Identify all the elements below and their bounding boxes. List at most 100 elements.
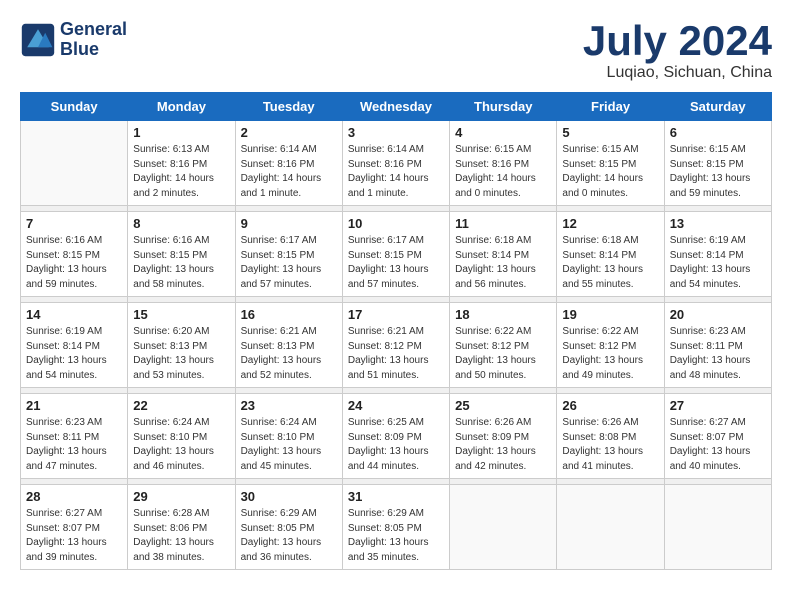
calendar-cell: 11 Sunrise: 6:18 AM Sunset: 8:14 PM Dayli… — [450, 212, 557, 297]
day-number: 30 — [241, 489, 337, 504]
calendar-cell: 2Sunrise: 6:14 AM Sunset: 8:16 PM Daylig… — [235, 121, 342, 206]
day-number: 10 — [348, 216, 444, 231]
calendar-cell: 20 Sunrise: 6:23 AM Sunset: 8:11 PM Dayli… — [664, 303, 771, 388]
weekday-header-tuesday: Tuesday — [235, 93, 342, 121]
day-info: Sunrise: 6:15 AM Sunset: 8:16 PM Dayligh… — [455, 143, 551, 201]
day-info: Sunrise: 6:17 AM Sunset: 8:15 PM Dayligh… — [348, 234, 444, 292]
calendar-cell: 31 Sunrise: 6:29 AM Sunset: 8:05 PM Dayli… — [342, 485, 449, 570]
day-info: Sunrise: 6:26 AM Sunset: 8:09 PM Dayligh… — [455, 416, 551, 474]
day-info: Sunrise: 6:22 AM Sunset: 8:12 PM Dayligh… — [562, 325, 658, 383]
calendar-cell: 14Sunrise: 6:19 AM Sunset: 8:14 PM Dayli… — [21, 303, 128, 388]
title-area: July 2024 Luqiao, Sichuan, China — [583, 20, 772, 82]
day-info: Sunrise: 6:28 AM Sunset: 8:06 PM Dayligh… — [133, 507, 229, 565]
day-number: 24 — [348, 398, 444, 413]
weekday-header-saturday: Saturday — [664, 93, 771, 121]
day-number: 12 — [562, 216, 658, 231]
day-number: 3 — [348, 125, 444, 140]
day-number: 4 — [455, 125, 551, 140]
day-info: Sunrise: 6:15 AM Sunset: 8:15 PM Dayligh… — [670, 143, 766, 201]
day-number: 21 — [26, 398, 122, 413]
calendar-cell: 28 Sunrise: 6:27 AM Sunset: 8:07 PM Dayli… — [21, 485, 128, 570]
month-title: July 2024 — [583, 20, 772, 62]
day-info: Sunrise: 6:27 AM Sunset: 8:07 PM Dayligh… — [670, 416, 766, 474]
calendar-week-row: 1 Sunrise: 6:13 AM Sunset: 8:16 PM Daylig… — [21, 121, 772, 206]
calendar-cell: 7Sunrise: 6:16 AM Sunset: 8:15 PM Daylig… — [21, 212, 128, 297]
day-info: Sunrise: 6:18 AM Sunset: 8:14 PM Dayligh… — [455, 234, 551, 292]
day-info: Sunrise: 6:29 AM Sunset: 8:05 PM Dayligh… — [348, 507, 444, 565]
day-info: Sunrise: 6:23 AM Sunset: 8:11 PM Dayligh… — [26, 416, 122, 474]
calendar-cell: 27 Sunrise: 6:27 AM Sunset: 8:07 PM Dayli… — [664, 394, 771, 479]
calendar-cell: 21 Sunrise: 6:23 AM Sunset: 8:11 PM Dayli… — [21, 394, 128, 479]
calendar: SundayMondayTuesdayWednesdayThursdayFrid… — [20, 92, 772, 570]
day-info: Sunrise: 6:19 AM Sunset: 8:14 PM Dayligh… — [26, 325, 122, 383]
calendar-cell — [664, 485, 771, 570]
day-info: Sunrise: 6:24 AM Sunset: 8:10 PM Dayligh… — [241, 416, 337, 474]
day-info: Sunrise: 6:25 AM Sunset: 8:09 PM Dayligh… — [348, 416, 444, 474]
day-info: Sunrise: 6:29 AM Sunset: 8:05 PM Dayligh… — [241, 507, 337, 565]
day-number: 27 — [670, 398, 766, 413]
calendar-cell: 19 Sunrise: 6:22 AM Sunset: 8:12 PM Dayli… — [557, 303, 664, 388]
day-number: 23 — [241, 398, 337, 413]
calendar-cell: 29 Sunrise: 6:28 AM Sunset: 8:06 PM Dayli… — [128, 485, 235, 570]
day-number: 28 — [26, 489, 122, 504]
day-number: 9 — [241, 216, 337, 231]
weekday-header-wednesday: Wednesday — [342, 93, 449, 121]
weekday-header-friday: Friday — [557, 93, 664, 121]
day-info: Sunrise: 6:13 AM Sunset: 8:16 PM Dayligh… — [133, 143, 229, 201]
day-info: Sunrise: 6:15 AM Sunset: 8:15 PM Dayligh… — [562, 143, 658, 201]
location-title: Luqiao, Sichuan, China — [583, 64, 772, 82]
day-info: Sunrise: 6:20 AM Sunset: 8:13 PM Dayligh… — [133, 325, 229, 383]
day-number: 15 — [133, 307, 229, 322]
day-number: 22 — [133, 398, 229, 413]
weekday-header-thursday: Thursday — [450, 93, 557, 121]
header: General Blue July 2024 Luqiao, Sichuan, … — [20, 20, 772, 82]
calendar-cell — [450, 485, 557, 570]
day-number: 7 — [26, 216, 122, 231]
calendar-cell: 3 Sunrise: 6:14 AM Sunset: 8:16 PM Daylig… — [342, 121, 449, 206]
day-number: 19 — [562, 307, 658, 322]
day-info: Sunrise: 6:24 AM Sunset: 8:10 PM Dayligh… — [133, 416, 229, 474]
calendar-cell: 15 Sunrise: 6:20 AM Sunset: 8:13 PM Dayli… — [128, 303, 235, 388]
day-number: 16 — [241, 307, 337, 322]
weekday-header-sunday: Sunday — [21, 93, 128, 121]
day-info: Sunrise: 6:26 AM Sunset: 8:08 PM Dayligh… — [562, 416, 658, 474]
day-number: 31 — [348, 489, 444, 504]
calendar-cell — [21, 121, 128, 206]
weekday-header-monday: Monday — [128, 93, 235, 121]
day-number: 1 — [133, 125, 229, 140]
day-info: Sunrise: 6:14 AM Sunset: 8:16 PM Dayligh… — [241, 143, 337, 201]
day-info: Sunrise: 6:21 AM Sunset: 8:12 PM Dayligh… — [348, 325, 444, 383]
day-info: Sunrise: 6:23 AM Sunset: 8:11 PM Dayligh… — [670, 325, 766, 383]
day-number: 25 — [455, 398, 551, 413]
calendar-week-row: 14Sunrise: 6:19 AM Sunset: 8:14 PM Dayli… — [21, 303, 772, 388]
day-info: Sunrise: 6:17 AM Sunset: 8:15 PM Dayligh… — [241, 234, 337, 292]
calendar-week-row: 7 Sunrise: 6:16 AM Sunset: 8:15 PM Daylig… — [21, 212, 772, 297]
logo-text: General Blue — [60, 20, 127, 60]
calendar-week-row: 28 Sunrise: 6:27 AM Sunset: 8:07 PM Dayli… — [21, 485, 772, 570]
logo: General Blue — [20, 20, 127, 60]
day-number: 11 — [455, 216, 551, 231]
calendar-cell: 23 Sunrise: 6:24 AM Sunset: 8:10 PM Dayli… — [235, 394, 342, 479]
logo-line1: General — [60, 20, 127, 40]
day-info: Sunrise: 6:16 AM Sunset: 8:15 PM Dayligh… — [133, 234, 229, 292]
calendar-cell — [557, 485, 664, 570]
day-number: 26 — [562, 398, 658, 413]
calendar-cell: 26 Sunrise: 6:26 AM Sunset: 8:08 PM Dayli… — [557, 394, 664, 479]
weekday-header-row: SundayMondayTuesdayWednesdayThursdayFrid… — [21, 93, 772, 121]
day-number: 8 — [133, 216, 229, 231]
day-number: 20 — [670, 307, 766, 322]
calendar-cell: 6 Sunrise: 6:15 AM Sunset: 8:15 PM Daylig… — [664, 121, 771, 206]
day-info: Sunrise: 6:27 AM Sunset: 8:07 PM Dayligh… — [26, 507, 122, 565]
day-number: 18 — [455, 307, 551, 322]
day-number: 6 — [670, 125, 766, 140]
calendar-cell: 10 Sunrise: 6:17 AM Sunset: 8:15 PM Dayli… — [342, 212, 449, 297]
calendar-cell: 8 Sunrise: 6:16 AM Sunset: 8:15 PM Daylig… — [128, 212, 235, 297]
day-number: 29 — [133, 489, 229, 504]
day-info: Sunrise: 6:14 AM Sunset: 8:16 PM Dayligh… — [348, 143, 444, 201]
calendar-cell: 4 Sunrise: 6:15 AM Sunset: 8:16 PM Daylig… — [450, 121, 557, 206]
calendar-cell: 18 Sunrise: 6:22 AM Sunset: 8:12 PM Dayli… — [450, 303, 557, 388]
calendar-cell: 25 Sunrise: 6:26 AM Sunset: 8:09 PM Dayli… — [450, 394, 557, 479]
calendar-cell: 16Sunrise: 6:21 AM Sunset: 8:13 PM Dayli… — [235, 303, 342, 388]
day-info: Sunrise: 6:22 AM Sunset: 8:12 PM Dayligh… — [455, 325, 551, 383]
calendar-cell: 5Sunrise: 6:15 AM Sunset: 8:15 PM Daylig… — [557, 121, 664, 206]
